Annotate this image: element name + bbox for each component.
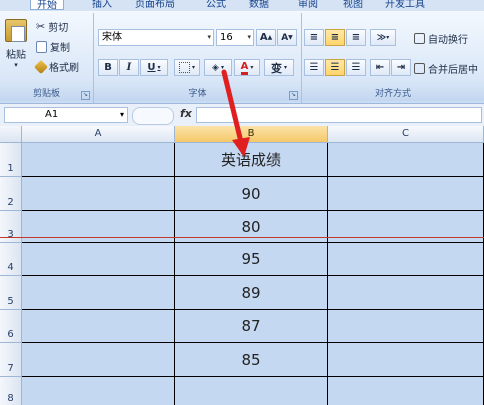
excel-window: 开始 插入 页面布局 公式 数据 审阅 视图 开发工具 粘贴 ▾ ✂ 剪切 复制 — [0, 0, 484, 405]
annotation-arrow — [221, 69, 250, 157]
